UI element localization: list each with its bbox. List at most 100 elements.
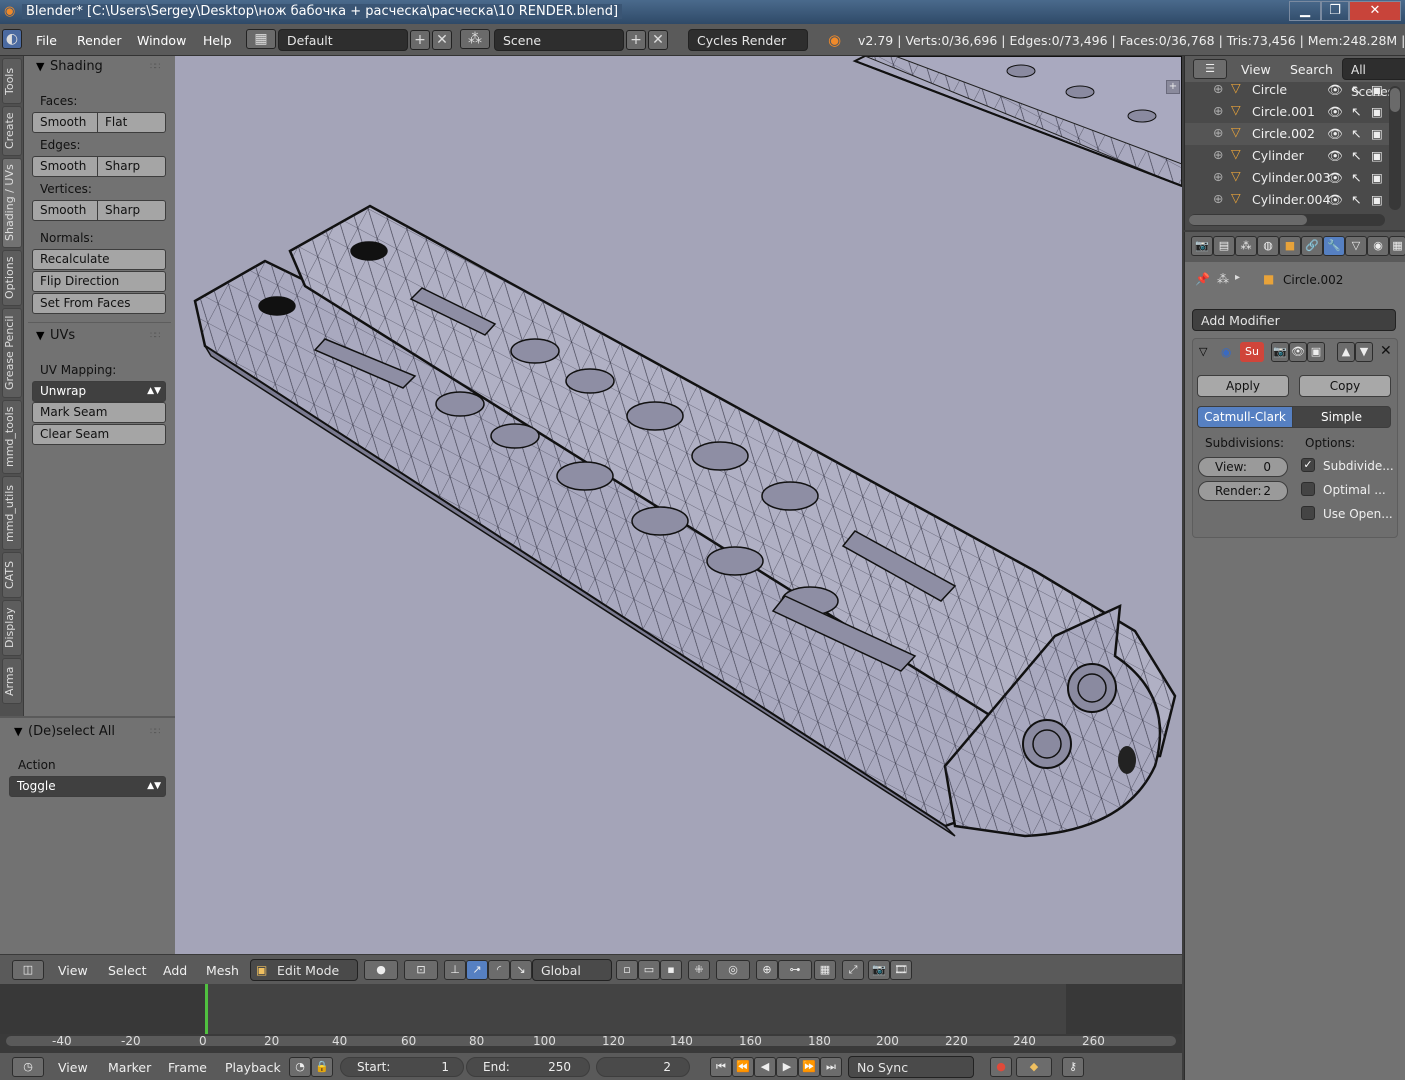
visibility-eye-icon[interactable]: 👁 <box>1327 82 1343 98</box>
modifier-name-field[interactable]: Su <box>1240 342 1264 362</box>
pin-icon[interactable]: 📌 <box>1195 272 1210 286</box>
jump-start-icon[interactable]: ⏮ <box>710 1057 732 1077</box>
menu-render[interactable]: Render <box>77 33 122 48</box>
selectable-arrow-icon[interactable]: ↖ <box>1351 126 1361 141</box>
collapse-arrow-icon[interactable]: ▼ <box>36 60 44 73</box>
world-tab-icon[interactable]: ◍ <box>1257 236 1279 256</box>
modifiers-wrench-icon[interactable]: 🔧 <box>1323 236 1345 256</box>
object-name[interactable]: Circle.002 <box>1252 126 1315 141</box>
opengl-anim-icon[interactable]: 🎞 <box>890 960 912 980</box>
selectable-arrow-icon[interactable]: ↖ <box>1351 148 1361 163</box>
outliner-type-icon[interactable]: ☰ <box>1193 59 1227 79</box>
menu-file[interactable]: File <box>36 33 57 48</box>
panel-title-shading[interactable]: Shading <box>50 59 103 74</box>
drag-grip-icon[interactable]: ∷∷ <box>150 62 161 72</box>
outliner-view-menu[interactable]: View <box>1241 62 1271 77</box>
editor-type-icon[interactable]: ◐ <box>2 29 22 49</box>
outliner-row[interactable]: ⊕ ▽ Circle 👁 ↖ ▣ <box>1185 79 1391 101</box>
render-camera-icon[interactable]: ▣ <box>1371 104 1383 119</box>
object-name[interactable]: Circle <box>1252 82 1287 97</box>
edges-smooth-button[interactable]: Smooth <box>32 156 98 177</box>
tab-arma[interactable]: Arma <box>2 658 22 704</box>
current-frame-field[interactable]: 2 <box>596 1057 690 1077</box>
scrollbar-thumb[interactable] <box>6 1036 1176 1046</box>
clear-seam-button[interactable]: Clear Seam <box>32 424 166 445</box>
3d-viewport[interactable]: + <box>175 56 1182 954</box>
menu-view[interactable]: View <box>58 963 88 978</box>
menu-add[interactable]: Add <box>163 963 187 978</box>
subdivide-uvs-checkbox[interactable]: ✓ <box>1301 458 1315 472</box>
outliner-row[interactable]: ⊕ ▽ Cylinder.003 👁 ↖ ▣ <box>1185 167 1391 189</box>
expand-icon[interactable]: ⊕ <box>1213 169 1223 184</box>
simple-toggle[interactable]: Simple <box>1292 406 1391 428</box>
scrollbar-thumb[interactable] <box>1189 215 1307 225</box>
prev-keyframe-icon[interactable]: ⏪ <box>732 1057 754 1077</box>
display-mode-select[interactable]: All Scenes <box>1342 58 1405 99</box>
keyframe-icon[interactable]: ⚷ <box>1062 1057 1084 1077</box>
object-name[interactable]: Cylinder <box>1252 148 1304 163</box>
selectable-arrow-icon[interactable]: ↖ <box>1351 82 1361 97</box>
scene-field[interactable]: Scene <box>494 29 624 51</box>
play-reverse-icon[interactable]: ◀ <box>754 1057 776 1077</box>
copy-button[interactable]: Copy <box>1299 375 1391 397</box>
timeline-scrollbar[interactable] <box>0 1034 1182 1052</box>
view-levels-field[interactable]: View: 0 <box>1198 457 1288 477</box>
remove-modifier-icon[interactable]: ✕ <box>1380 343 1392 359</box>
selectable-arrow-icon[interactable]: ↖ <box>1351 192 1361 207</box>
constraints-tab-icon[interactable]: 🔗 <box>1301 236 1323 256</box>
outliner-hscrollbar[interactable] <box>1189 214 1385 226</box>
remove-scene-icon[interactable]: ✕ <box>648 30 668 50</box>
flip-direction-button[interactable]: Flip Direction <box>32 271 166 292</box>
move-down-icon[interactable]: ▼ <box>1355 342 1373 362</box>
apply-button[interactable]: Apply <box>1197 375 1289 397</box>
tab-display[interactable]: Display <box>2 600 22 656</box>
visibility-eye-icon[interactable]: 👁 <box>1327 170 1343 186</box>
snap-icon[interactable]: ⊕ <box>756 960 778 980</box>
tab-options[interactable]: Options <box>2 250 22 306</box>
end-frame-field[interactable]: End: 250 <box>466 1057 590 1077</box>
render-camera-icon[interactable]: ▣ <box>1371 148 1383 163</box>
scale-icon[interactable]: ↘ <box>510 960 532 980</box>
snap-target-icon[interactable]: ▦ <box>814 960 836 980</box>
tab-tools[interactable]: Tools <box>2 58 22 104</box>
render-camera-icon[interactable]: ▣ <box>1371 170 1383 185</box>
tab-shading-uvs[interactable]: Shading / UVs <box>2 158 22 248</box>
close-window-button[interactable]: ✕ <box>1349 1 1401 21</box>
vertices-smooth-button[interactable]: Smooth <box>32 200 98 221</box>
lock-icon[interactable]: 🔒 <box>311 1057 333 1077</box>
menu-select[interactable]: Select <box>108 963 147 978</box>
object-tab-icon[interactable]: ■ <box>1279 236 1301 256</box>
vertices-sharp-button[interactable]: Sharp <box>97 200 166 221</box>
data-tab-icon[interactable]: ▽ <box>1345 236 1367 256</box>
snap-element-icon[interactable]: ⊶ <box>778 960 812 980</box>
expand-icon[interactable]: ⊕ <box>1213 147 1223 162</box>
proportional-edit-icon[interactable]: ◎ <box>716 960 750 980</box>
outliner-row[interactable]: ⊕ ▽ Circle.001 👁 ↖ ▣ <box>1185 101 1391 123</box>
timeline-area[interactable] <box>0 984 1182 1052</box>
record-icon[interactable]: ● <box>990 1057 1012 1077</box>
optimal-display-checkbox[interactable] <box>1301 482 1315 496</box>
scrollbar-thumb[interactable] <box>1390 88 1400 112</box>
object-name[interactable]: Circle.001 <box>1252 104 1315 119</box>
layout-field[interactable]: Default <box>278 29 408 51</box>
editor-type-3d-icon[interactable]: ◫ <box>12 960 44 980</box>
outliner-row-selected[interactable]: ⊕ ▽ Circle.002 👁 ↖ ▣ <box>1185 123 1391 145</box>
opengl-render-icon[interactable]: 📷 <box>868 960 890 980</box>
faces-smooth-button[interactable]: Smooth <box>32 112 98 133</box>
add-modifier-menu[interactable]: Add Modifier <box>1192 309 1396 331</box>
maximize-button[interactable]: ❐ <box>1321 1 1349 21</box>
use-opensubdiv-checkbox[interactable] <box>1301 506 1315 520</box>
current-frame-marker[interactable] <box>205 984 208 1034</box>
preview-range-icon[interactable]: ◔ <box>289 1057 311 1077</box>
action-select[interactable]: Toggle ▲▼ <box>9 776 166 797</box>
render-engine-select[interactable]: Cycles Render <box>688 29 808 51</box>
face-select-icon[interactable]: ▪ <box>660 960 682 980</box>
outliner-search-menu[interactable]: Search <box>1290 62 1333 77</box>
scene-icon[interactable]: ⁂ <box>460 29 490 49</box>
unwrap-menu[interactable]: Unwrap ▲▼ <box>32 381 166 402</box>
clock-icon[interactable]: ◷ <box>12 1057 44 1077</box>
visibility-eye-icon[interactable]: 👁 <box>1327 148 1343 164</box>
sync-select[interactable]: No Sync <box>848 1056 974 1078</box>
panel-title-uvs[interactable]: UVs <box>50 328 75 343</box>
viewport-shading-icon[interactable]: ● <box>364 960 398 980</box>
